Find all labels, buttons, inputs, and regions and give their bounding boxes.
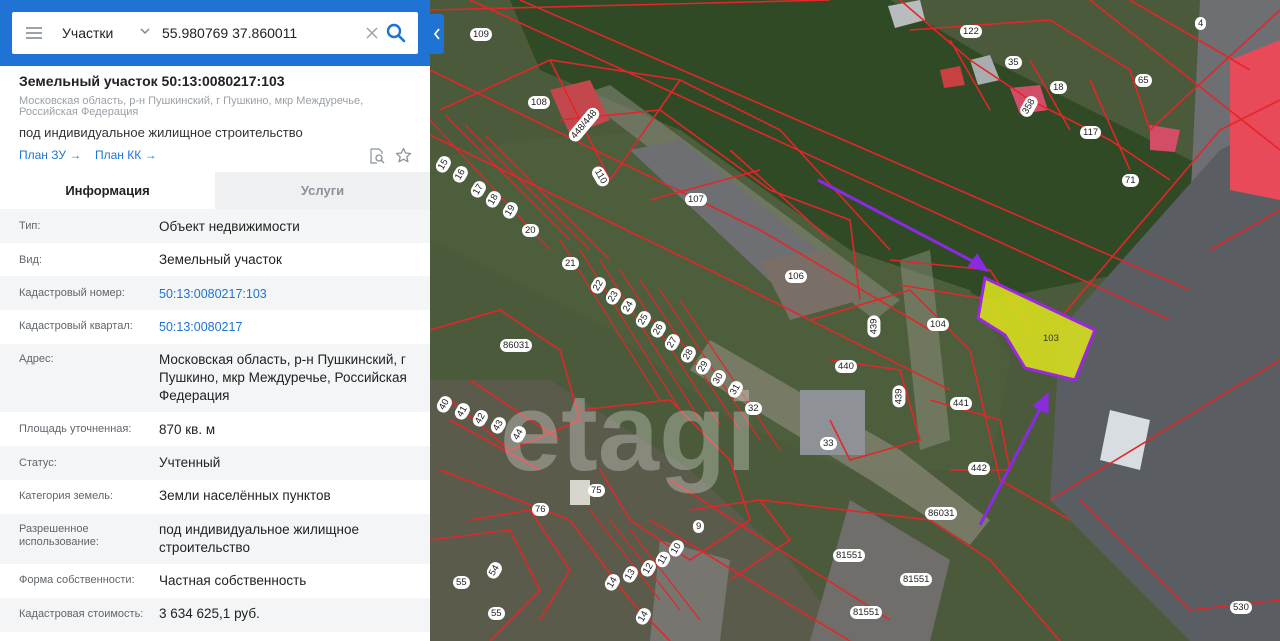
info-value: 870 кв. м bbox=[159, 422, 216, 437]
search-input[interactable] bbox=[162, 12, 357, 54]
tab-services[interactable]: Услуги bbox=[215, 172, 430, 209]
parcel-label: 81551 bbox=[833, 549, 866, 562]
info-row-cadastral-number: Кадастровый номер: 50:13:0080217:103 bbox=[0, 276, 430, 310]
info-row-kind: Вид: Земельный участок bbox=[0, 243, 430, 276]
plan-zu-link[interactable]: План ЗУ → bbox=[19, 148, 81, 162]
parcel-label: 109 bbox=[470, 28, 492, 41]
parcel-label: 81551 bbox=[850, 606, 883, 619]
info-key: Кадастровый номер: bbox=[19, 287, 125, 299]
star-icon[interactable] bbox=[395, 147, 412, 164]
parcel-label: 35 bbox=[1005, 56, 1022, 69]
parcel-label: 530 bbox=[1230, 601, 1252, 614]
parcel-label: 441 bbox=[950, 397, 972, 410]
document-search-icon[interactable] bbox=[369, 148, 385, 164]
chevron-left-icon bbox=[433, 28, 440, 40]
info-row-status: Статус: Учтенный bbox=[0, 446, 430, 480]
parcel-label: 442 bbox=[968, 462, 990, 475]
satellite-map: etagi bbox=[430, 0, 1280, 641]
parcel-label: 75 bbox=[588, 484, 605, 497]
parcel-label: 439 bbox=[867, 315, 881, 338]
parcel-label: 86031 bbox=[925, 507, 958, 520]
parcel-label: 9 bbox=[693, 520, 705, 533]
parcel-use: под индивидуальное жилищное строительств… bbox=[19, 125, 303, 140]
parcel-label: 108 bbox=[528, 96, 550, 109]
watermark: etagi bbox=[500, 371, 757, 494]
info-row-ownership: Форма собственности: Частная собственнос… bbox=[0, 564, 430, 598]
parcel-label: 33 bbox=[820, 437, 837, 450]
parcel-label: 65 bbox=[1135, 74, 1152, 87]
parcel-label: 117 bbox=[1080, 126, 1102, 139]
info-row-cadastral-value: Кадастровая стоимость: 3 634 625,1 руб. bbox=[0, 598, 430, 632]
info-key: Кадастровый квартал: bbox=[19, 320, 133, 332]
info-row-cadastral-quarter: Кадастровый квартал: 50:13:0080217 bbox=[0, 310, 430, 344]
parcel-label: 71 bbox=[1122, 174, 1139, 187]
parcel-label: 104 bbox=[927, 318, 949, 331]
menu-icon[interactable] bbox=[22, 24, 48, 42]
info-row-type: Тип: Объект недвижимости bbox=[0, 209, 430, 243]
tab-info[interactable]: Информация bbox=[0, 172, 215, 209]
info-value: Земли населённых пунктов bbox=[159, 488, 331, 503]
info-value: Учтенный bbox=[159, 455, 221, 470]
parcel-label: 81551 bbox=[900, 573, 933, 586]
info-value: Земельный участок bbox=[159, 252, 282, 267]
chevron-down-icon[interactable] bbox=[140, 26, 150, 36]
info-row-permitted-use: Разрешенное использование: под индивидуа… bbox=[0, 514, 430, 564]
cadastral-quarter-link[interactable]: 50:13:0080217 bbox=[159, 318, 419, 336]
info-key: Адрес: bbox=[19, 353, 54, 365]
parcel-label: 86031 bbox=[500, 339, 533, 352]
parcel-label: 32 bbox=[745, 402, 762, 415]
info-panel: Участки Земельный участок 50:13:0080217:… bbox=[0, 0, 430, 641]
parcel-label: 4 bbox=[1195, 17, 1207, 30]
collapse-panel-button[interactable] bbox=[430, 14, 444, 54]
parcel-label: 20 bbox=[522, 224, 539, 237]
search-box: Участки bbox=[12, 12, 418, 54]
parcel-label: 107 bbox=[685, 193, 707, 206]
parcel-label: 440 bbox=[835, 360, 857, 373]
parcel-label: 122 bbox=[960, 25, 982, 38]
parcel-label: 76 bbox=[532, 503, 549, 516]
info-key: Категория земель: bbox=[19, 490, 114, 502]
parcel-title: Земельный участок 50:13:0080217:103 bbox=[19, 73, 285, 89]
parcel-label: 55 bbox=[453, 576, 470, 589]
parcel-label: 18 bbox=[1050, 81, 1067, 94]
parcel-label: 21 bbox=[562, 257, 579, 270]
info-row-address: Адрес: Московская область, р-н Пушкински… bbox=[0, 344, 430, 412]
info-value: Частная собственность bbox=[159, 573, 307, 588]
search-icon[interactable] bbox=[386, 23, 406, 43]
info-row-area: Площадь уточненная: 870 кв. м bbox=[0, 412, 430, 446]
info-key: Разрешенное использование: bbox=[19, 523, 99, 548]
info-value: 3 634 625,1 руб. bbox=[159, 606, 260, 621]
plan-kk-link[interactable]: План КК → bbox=[95, 148, 157, 162]
info-row-land-category: Категория земель: Земли населённых пункт… bbox=[0, 480, 430, 514]
selected-parcel-label: 103 bbox=[1043, 333, 1059, 344]
parcel-label: 439 bbox=[892, 385, 906, 408]
info-key: Вид: bbox=[19, 254, 42, 266]
info-value: Московская область, р-н Пушкинский, г Пу… bbox=[159, 352, 407, 403]
tabs: Информация Услуги bbox=[0, 172, 430, 209]
search-bar: Участки bbox=[0, 0, 430, 66]
info-key: Кадастровая стоимость: bbox=[19, 608, 144, 620]
parcel-address: Московская область, р-н Пушкинский, г Пу… bbox=[19, 95, 364, 118]
close-icon[interactable] bbox=[364, 25, 380, 41]
map-view[interactable]: etagi 109 108 448/448 110 107 106 122 35 18 358 65… bbox=[430, 0, 1280, 641]
info-key: Тип: bbox=[19, 220, 41, 232]
info-key: Статус: bbox=[19, 457, 57, 469]
info-key: Форма собственности: bbox=[19, 574, 135, 586]
cadastral-number-link[interactable]: 50:13:0080217:103 bbox=[159, 285, 419, 303]
parcel-label: 106 bbox=[785, 270, 807, 283]
parcel-label: 55 bbox=[488, 607, 505, 620]
info-value: Объект недвижимости bbox=[159, 219, 300, 234]
info-value: под индивидуальное жилищное строительств… bbox=[159, 522, 359, 555]
info-key: Площадь уточненная: bbox=[19, 423, 132, 435]
